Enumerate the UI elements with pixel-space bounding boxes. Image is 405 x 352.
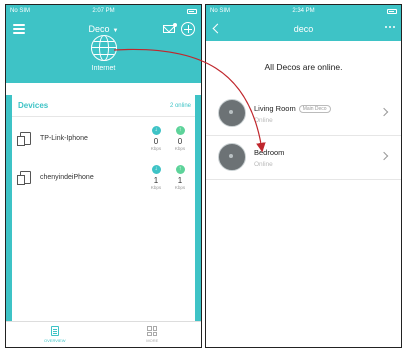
header-area: No SIM 2:07 PM Deco ▼ Internet xyxy=(6,5,201,83)
download-value: 0 xyxy=(153,136,159,146)
internet-globe-icon[interactable] xyxy=(91,35,117,61)
page-title: deco xyxy=(293,24,314,34)
internet-label: Internet xyxy=(91,65,116,72)
devices-header[interactable]: Devices 2 online xyxy=(12,95,195,117)
nav-bar: deco xyxy=(206,17,401,41)
devices-card: Devices 2 online TP-Link-Iphone ↓ 0 Kbps… xyxy=(12,95,195,321)
deco-row-bedroom[interactable]: Bedroom Online xyxy=(206,136,401,180)
tab-bar: OVERVIEW MORE xyxy=(6,321,201,347)
tab-more-label: MORE xyxy=(146,338,159,343)
download-unit: Kbps xyxy=(150,184,162,190)
deco-name: Bedroom xyxy=(254,148,285,157)
deco-device-icon xyxy=(218,143,246,171)
nav-title-text: Deco xyxy=(88,24,110,34)
download-arrow-icon: ↓ xyxy=(151,164,161,174)
deco-status: Online xyxy=(254,117,273,124)
overview-icon xyxy=(50,326,59,336)
phone-device-icon xyxy=(17,170,31,185)
battery-icon xyxy=(387,8,397,14)
left-phone-screen: No SIM 2:07 PM Deco ▼ Internet Devices 2 … xyxy=(5,4,202,348)
upload-value: 0 xyxy=(177,136,183,146)
device-row[interactable]: chenyindeiPhone ↓ 1 Kbps ↑ 1 Kbps xyxy=(12,157,195,197)
battery-icon xyxy=(187,8,197,14)
deco-name-line: Living Room Main Deco xyxy=(254,104,331,113)
devices-panel: Devices 2 online TP-Link-Iphone ↓ 0 Kbps… xyxy=(6,95,201,321)
tab-more[interactable]: MORE xyxy=(104,322,202,347)
status-time: 2:34 PM xyxy=(292,8,315,14)
download-arrow-icon: ↓ xyxy=(151,125,161,135)
device-name: TP-Link-Iphone xyxy=(40,134,88,142)
upload-arrow-icon: ↑ xyxy=(175,125,185,135)
status-bar: No SIM 2:07 PM xyxy=(6,5,201,17)
more-options-icon[interactable] xyxy=(385,26,395,28)
upload-unit: Kbps xyxy=(174,145,186,151)
upload-unit: Kbps xyxy=(174,184,186,190)
upload-value: 1 xyxy=(177,175,183,185)
devices-title: Devices xyxy=(18,101,49,110)
status-time: 2:07 PM xyxy=(92,8,115,14)
download-speed: ↓ 1 Kbps xyxy=(146,164,166,190)
status-bar: No SIM 2:34 PM xyxy=(206,5,401,17)
notification-dot xyxy=(173,23,177,27)
upload-speed: ↑ 1 Kbps xyxy=(170,164,190,190)
download-speed: ↓ 0 Kbps xyxy=(146,125,166,151)
deco-status: Online xyxy=(254,161,273,168)
download-value: 1 xyxy=(153,175,159,185)
add-icon[interactable] xyxy=(181,22,195,36)
device-row[interactable]: TP-Link-Iphone ↓ 0 Kbps ↑ 0 Kbps xyxy=(12,118,195,158)
caret-down-icon: ▼ xyxy=(112,28,119,34)
deco-name: Living Room xyxy=(254,104,296,113)
upload-speed: ↑ 0 Kbps xyxy=(170,125,190,151)
chevron-right-icon xyxy=(379,107,389,117)
upload-arrow-icon: ↑ xyxy=(175,164,185,174)
right-phone-screen: No SIM 2:34 PM deco All Decos are online… xyxy=(205,4,402,348)
device-name: chenyindeiPhone xyxy=(40,173,94,181)
online-status-message: All Decos are online. xyxy=(264,62,343,72)
download-unit: Kbps xyxy=(150,145,162,151)
deco-row-living-room[interactable]: Living Room Main Deco Online xyxy=(206,92,401,136)
status-right xyxy=(187,8,197,14)
status-right xyxy=(387,8,397,14)
devices-count: 2 online xyxy=(169,102,191,109)
phone-device-icon xyxy=(17,131,31,146)
tab-overview-label: OVERVIEW xyxy=(44,338,66,343)
chevron-right-icon xyxy=(379,151,389,161)
deco-name-line: Bedroom xyxy=(254,148,284,157)
tab-overview[interactable]: OVERVIEW xyxy=(6,322,104,347)
more-grid-icon xyxy=(147,326,158,336)
main-deco-badge: Main Deco xyxy=(298,105,331,113)
deco-device-icon xyxy=(218,99,246,127)
